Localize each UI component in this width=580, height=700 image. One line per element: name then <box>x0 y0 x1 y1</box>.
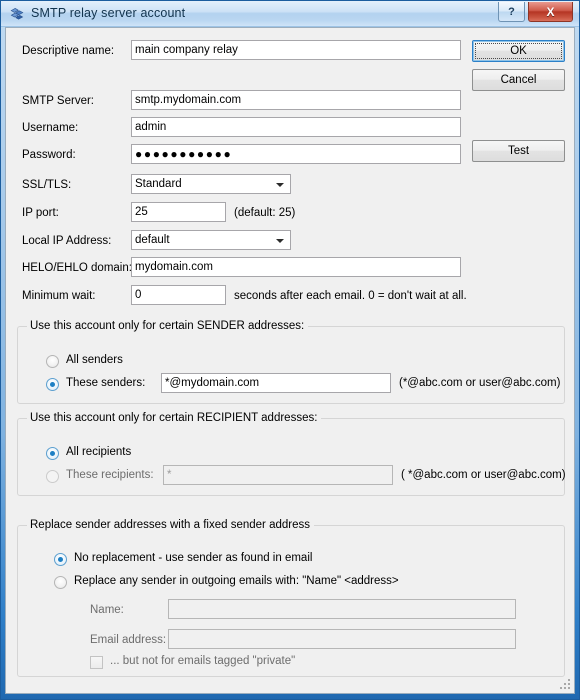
recipient-addresses-group: Use this account only for certain RECIPI… <box>17 412 566 496</box>
not-for-private-checkbox[interactable] <box>90 656 103 669</box>
username-label: Username: <box>22 122 79 134</box>
ip-port-hint: (default: 25) <box>234 207 296 219</box>
these-recipients-label: These recipients: <box>66 469 154 481</box>
ok-button[interactable]: OK <box>472 40 565 62</box>
helo-ehlo-domain-label: HELO/EHLO domain: <box>22 262 132 274</box>
these-recipients-radio[interactable] <box>46 470 59 483</box>
all-senders-label: All senders <box>66 354 123 366</box>
password-input[interactable]: ●●●●●●●●●●● <box>131 144 461 164</box>
these-senders-input[interactable]: *@mydomain.com <box>161 373 391 393</box>
replacement-email-label: Email address: <box>90 634 167 646</box>
all-recipients-label: All recipients <box>66 446 132 458</box>
replace-group-title: Replace sender addresses with a fixed se… <box>27 519 314 531</box>
window-title: SMTP relay server account <box>31 6 186 20</box>
help-button[interactable]: ? <box>498 2 525 22</box>
title-bar[interactable]: SMTP relay server account ? X <box>1 1 579 27</box>
descriptive-name-label: Descriptive name: <box>22 45 115 57</box>
ok-focus-ring <box>475 43 562 59</box>
close-button[interactable]: X <box>528 2 573 22</box>
these-senders-radio[interactable] <box>46 378 59 391</box>
replace-sender-group: Replace sender addresses with a fixed se… <box>17 519 565 677</box>
ip-port-input[interactable]: 25 <box>131 202 226 222</box>
replacement-name-input[interactable] <box>168 599 516 619</box>
replace-sender-label: Replace any sender in outgoing emails wi… <box>74 575 399 587</box>
ssl-tls-combobox[interactable]: Standard <box>131 174 291 194</box>
ssl-tls-value: Standard <box>135 178 182 190</box>
no-replacement-radio[interactable] <box>54 553 67 566</box>
recipient-format-hint: ( *@abc.com or user@abc.com) <box>401 469 566 481</box>
chevron-down-icon <box>276 239 284 243</box>
minimum-wait-label: Minimum wait: <box>22 290 96 302</box>
no-replacement-label: No replacement - use sender as found in … <box>74 552 313 564</box>
smtp-server-label: SMTP Server: <box>22 95 94 107</box>
these-recipients-input[interactable]: * <box>163 465 393 485</box>
smtp-relay-dialog-window: SMTP relay server account ? X OK Cancel … <box>0 0 580 700</box>
minimum-wait-hint: seconds after each email. 0 = don't wait… <box>234 290 467 302</box>
recipient-group-title: Use this account only for certain RECIPI… <box>27 412 322 424</box>
sender-addresses-group: Use this account only for certain SENDER… <box>17 320 565 404</box>
smtp-relay-icon <box>10 8 24 20</box>
these-senders-label: These senders: <box>66 377 146 389</box>
ssl-tls-label: SSL/TLS: <box>22 179 72 191</box>
not-for-private-label: ... but not for emails tagged "private" <box>110 655 296 667</box>
local-ip-address-label: Local IP Address: <box>22 235 112 247</box>
smtp-server-input[interactable]: smtp.mydomain.com <box>131 90 461 110</box>
all-recipients-radio[interactable] <box>46 447 59 460</box>
sender-group-title: Use this account only for certain SENDER… <box>27 320 309 332</box>
descriptive-name-input[interactable]: main company relay <box>131 40 461 60</box>
minimum-wait-input[interactable]: 0 <box>131 285 226 305</box>
cancel-button[interactable]: Cancel <box>472 69 565 91</box>
test-button[interactable]: Test <box>472 140 565 162</box>
test-button-label: Test <box>507 145 530 157</box>
helo-ehlo-domain-input[interactable]: mydomain.com <box>131 257 461 277</box>
dialog-client-area: OK Cancel Test Descriptive name: main co… <box>5 27 575 694</box>
sender-format-hint: (*@abc.com or user@abc.com) <box>399 377 561 389</box>
cancel-button-label: Cancel <box>500 74 537 86</box>
resize-grip[interactable] <box>559 678 571 690</box>
username-input[interactable]: admin <box>131 117 461 137</box>
replace-sender-radio[interactable] <box>54 576 67 589</box>
local-ip-address-combobox[interactable]: default <box>131 230 291 250</box>
replacement-email-input[interactable] <box>168 629 516 649</box>
ip-port-label: IP port: <box>22 207 59 219</box>
chevron-down-icon <box>276 183 284 187</box>
all-senders-radio[interactable] <box>46 355 59 368</box>
replacement-name-label: Name: <box>90 604 124 616</box>
local-ip-address-value: default <box>135 234 170 246</box>
password-label: Password: <box>22 149 76 161</box>
